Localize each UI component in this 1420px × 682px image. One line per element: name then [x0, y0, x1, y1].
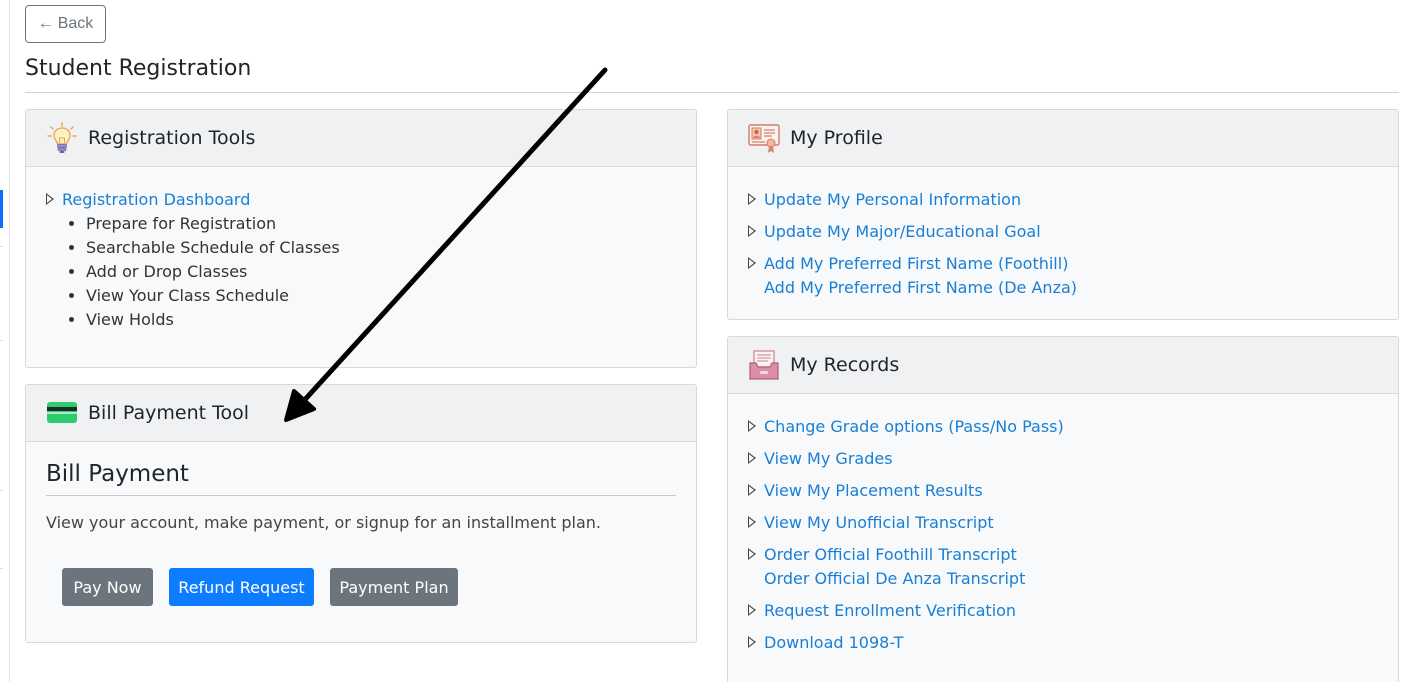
link-row-grade-options: Change Grade options (Pass/No Pass)	[748, 415, 1064, 439]
my-profile-panel: My Profile Update My Personal Informatio…	[727, 109, 1399, 320]
my-profile-title: My Profile	[790, 127, 883, 149]
preferred-name-foothill-link[interactable]: Add My Preferred First Name (Foothill)	[764, 252, 1077, 276]
view-unofficial-transcript-link[interactable]: View My Unofficial Transcript	[764, 511, 994, 535]
bill-payment-title: Bill Payment Tool	[88, 402, 250, 424]
caret-right-icon	[748, 452, 756, 464]
caret-right-icon	[748, 516, 756, 528]
caret-right-icon	[748, 548, 756, 560]
title-divider	[25, 92, 1399, 93]
file-tray-icon	[749, 350, 779, 380]
order-foothill-transcript-link[interactable]: Order Official Foothill Transcript	[764, 543, 1025, 567]
bill-payment-divider	[46, 495, 676, 496]
list-item: View Your Class Schedule	[86, 284, 340, 308]
view-placement-results-link[interactable]: View My Placement Results	[764, 479, 983, 503]
request-enrollment-verification-link[interactable]: Request Enrollment Verification	[764, 599, 1016, 623]
update-personal-info-link[interactable]: Update My Personal Information	[764, 188, 1021, 212]
credit-card-icon	[47, 402, 77, 423]
caret-right-icon	[748, 636, 756, 648]
change-grade-options-link[interactable]: Change Grade options (Pass/No Pass)	[764, 415, 1064, 439]
id-card-icon	[748, 124, 780, 153]
refund-request-button[interactable]: Refund Request	[169, 568, 314, 606]
bill-payment-description: View your account, make payment, or sign…	[46, 513, 601, 532]
my-records-title: My Records	[790, 354, 900, 376]
caret-right-icon	[748, 604, 756, 616]
registration-tools-panel: Registration Tools Registration Dashboar…	[25, 109, 697, 368]
link-row-enrollment-verification: Request Enrollment Verification	[748, 599, 1016, 623]
link-row-preferred-name: Add My Preferred First Name (Foothill) A…	[748, 252, 1077, 300]
pay-now-button[interactable]: Pay Now	[62, 568, 153, 606]
caret-right-icon	[748, 420, 756, 432]
view-grades-link[interactable]: View My Grades	[764, 447, 893, 471]
preferred-name-links: Add My Preferred First Name (Foothill) A…	[764, 252, 1077, 300]
rail-divider	[0, 340, 3, 341]
link-row-personal-info: Update My Personal Information	[748, 188, 1021, 212]
bill-payment-panel: Bill Payment Tool Bill Payment View your…	[25, 384, 697, 643]
bill-payment-heading: Bill Payment	[46, 461, 189, 487]
link-row-unofficial-transcript: View My Unofficial Transcript	[748, 511, 994, 535]
order-deanza-transcript-link[interactable]: Order Official De Anza Transcript	[764, 567, 1025, 591]
link-row-official-transcripts: Order Official Foothill Transcript Order…	[748, 543, 1025, 591]
preferred-name-deanza-link[interactable]: Add My Preferred First Name (De Anza)	[764, 276, 1077, 300]
caret-right-icon	[748, 484, 756, 496]
registration-tools-header: Registration Tools	[26, 110, 696, 167]
download-1098t-link[interactable]: Download 1098-T	[764, 631, 903, 655]
page-title: Student Registration	[25, 56, 252, 81]
link-row-1098t: Download 1098-T	[748, 631, 903, 655]
bill-payment-header: Bill Payment Tool	[26, 385, 696, 442]
payment-plan-button[interactable]: Payment Plan	[330, 568, 458, 606]
left-rail	[0, 0, 10, 682]
list-item: Add or Drop Classes	[86, 260, 340, 284]
my-profile-header: My Profile	[728, 110, 1398, 167]
rail-divider	[0, 568, 3, 569]
my-records-header: My Records	[728, 337, 1398, 394]
registration-dashboard-sublist: Prepare for Registration Searchable Sche…	[66, 212, 340, 332]
my-records-panel: My Records Change Grade options (Pass/No…	[727, 336, 1399, 682]
caret-right-icon	[748, 225, 756, 237]
link-row-major-goal: Update My Major/Educational Goal	[748, 220, 1041, 244]
caret-right-icon	[748, 193, 756, 205]
official-transcript-links: Order Official Foothill Transcript Order…	[764, 543, 1025, 591]
list-item: Searchable Schedule of Classes	[86, 236, 340, 260]
update-major-goal-link[interactable]: Update My Major/Educational Goal	[764, 220, 1041, 244]
registration-tools-title: Registration Tools	[88, 127, 256, 149]
caret-right-icon	[748, 257, 756, 269]
list-item: View Holds	[86, 308, 340, 332]
rail-divider	[0, 490, 3, 491]
arrow-left-icon: ←	[37, 15, 54, 32]
back-button-label: Back	[57, 15, 94, 32]
registration-dashboard-link[interactable]: Registration Dashboard	[62, 188, 250, 212]
link-row-placement: View My Placement Results	[748, 479, 983, 503]
list-item: Prepare for Registration	[86, 212, 340, 236]
rail-divider	[0, 246, 3, 247]
back-button[interactable]: ← Back	[25, 5, 106, 43]
caret-right-icon	[46, 193, 54, 205]
lightbulb-icon	[47, 122, 77, 153]
rail-active-indicator	[0, 190, 3, 228]
link-row-registration-dashboard: Registration Dashboard	[46, 188, 250, 212]
link-row-grades: View My Grades	[748, 447, 893, 471]
